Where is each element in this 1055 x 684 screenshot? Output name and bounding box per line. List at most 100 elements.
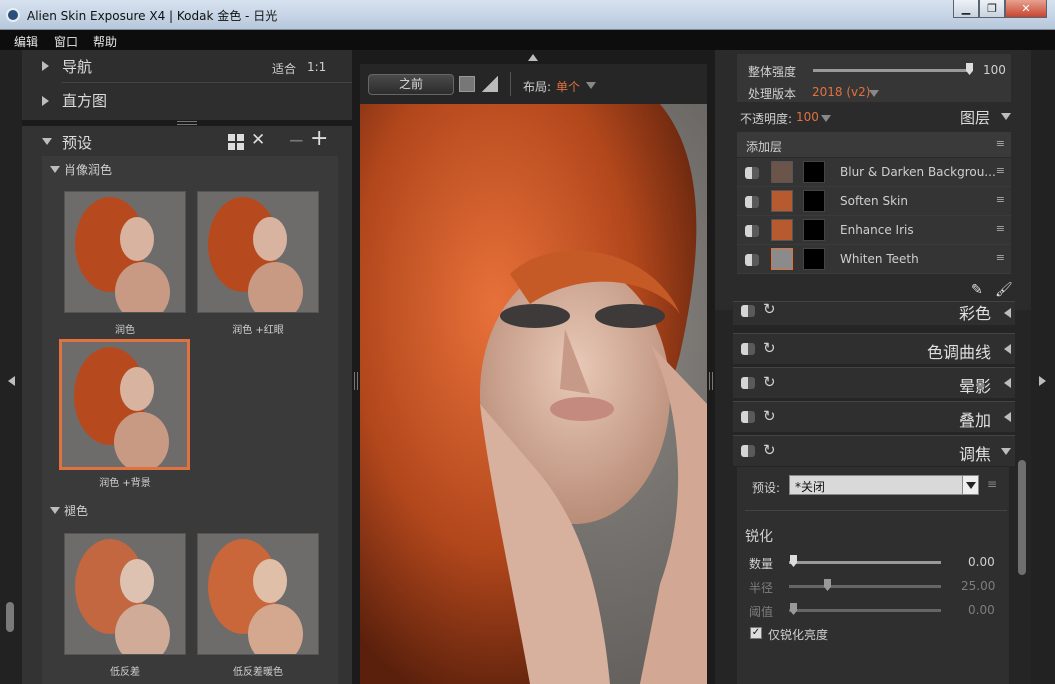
- effect-name[interactable]: 叠加: [959, 407, 991, 431]
- scrollbar-thumb[interactable]: [6, 602, 14, 632]
- scrollbar-thumb[interactable]: [1018, 460, 1026, 575]
- layout-dropdown-icon[interactable]: [586, 82, 596, 89]
- layer-row[interactable]: Soften Skin ≡: [737, 187, 1011, 216]
- expand-icon[interactable]: [1004, 344, 1011, 354]
- preset-menu-icon[interactable]: ≡: [987, 477, 997, 491]
- preset-thumbnail[interactable]: [197, 191, 319, 313]
- layer-name[interactable]: Soften Skin: [840, 194, 908, 208]
- expand-histogram-icon[interactable]: [42, 96, 49, 106]
- opacity-select[interactable]: 100: [796, 110, 819, 124]
- collapse-icon[interactable]: [1001, 448, 1011, 455]
- threshold-value[interactable]: 0.00: [968, 603, 995, 617]
- collapse-presets-icon[interactable]: [42, 138, 52, 145]
- layers-label[interactable]: 图层: [960, 107, 990, 128]
- menu-edit[interactable]: 编辑: [14, 33, 38, 50]
- layer-mask[interactable]: [803, 219, 825, 241]
- focus-preset-select[interactable]: *关闭: [789, 475, 979, 495]
- fit-button[interactable]: 适合: [272, 60, 296, 77]
- overall-strength-slider[interactable]: [813, 69, 971, 72]
- ratio-button[interactable]: 1:1: [307, 60, 326, 74]
- maximize-button[interactable]: ❐: [979, 0, 1005, 18]
- menu-help[interactable]: 帮助: [93, 33, 117, 50]
- close-button[interactable]: ✕: [1005, 0, 1047, 18]
- effect-row-color[interactable]: ↻ 彩色: [733, 301, 1015, 325]
- effect-toggle[interactable]: [741, 445, 755, 457]
- menu-window[interactable]: 窗口: [54, 33, 78, 50]
- add-layer-label[interactable]: 添加层: [746, 138, 782, 155]
- slider-knob[interactable]: [824, 579, 831, 591]
- layer-row-selected[interactable]: Whiten Teeth ≡: [737, 245, 1011, 274]
- layer-row[interactable]: Blur & Darken Backgrou... ≡: [737, 158, 1011, 187]
- before-button[interactable]: 之前: [368, 74, 454, 95]
- expand-nav-icon[interactable]: [42, 61, 49, 71]
- preset-thumbnail[interactable]: [64, 533, 186, 655]
- layer-row[interactable]: Enhance Iris ≡: [737, 216, 1011, 245]
- menu-icon[interactable]: ≡: [996, 222, 1005, 235]
- process-version-select[interactable]: 2018 (v2): [812, 85, 870, 99]
- slider-knob[interactable]: [790, 555, 797, 567]
- slider-knob[interactable]: [790, 603, 797, 615]
- amount-slider[interactable]: [789, 561, 941, 564]
- grid-view-icon[interactable]: [228, 134, 244, 150]
- effect-name[interactable]: 彩色: [959, 302, 991, 324]
- splitter-left[interactable]: [352, 50, 360, 684]
- layer-visibility-toggle[interactable]: [745, 254, 759, 266]
- layer-visibility-toggle[interactable]: [745, 225, 759, 237]
- expand-icon[interactable]: [1004, 308, 1011, 318]
- layer-mask[interactable]: [803, 161, 825, 183]
- radius-value[interactable]: 25.00: [961, 579, 995, 593]
- collapse-left-icon[interactable]: [8, 376, 15, 386]
- dropdown-icon[interactable]: [869, 90, 879, 97]
- layers-collapse-icon[interactable]: [1001, 113, 1011, 120]
- reset-icon[interactable]: ↻: [763, 302, 776, 318]
- dropdown-icon[interactable]: [821, 115, 831, 122]
- effect-row-tone-curve[interactable]: ↻ 色调曲线: [733, 333, 1015, 364]
- splitter-right[interactable]: [707, 50, 715, 684]
- amount-value[interactable]: 0.00: [968, 555, 995, 569]
- luminance-only-checkbox[interactable]: ✓: [750, 627, 762, 639]
- collapse-all-icon[interactable]: ✕: [251, 130, 265, 150]
- brush-icon[interactable]: 🖌: [995, 282, 1013, 298]
- layer-mask[interactable]: [803, 248, 825, 270]
- effect-row-vignette[interactable]: ↻ 晕影: [733, 367, 1015, 398]
- layer-name[interactable]: Whiten Teeth: [840, 252, 919, 266]
- layout-select[interactable]: 单个: [556, 78, 580, 95]
- preset-thumbnail-selected[interactable]: [59, 339, 190, 470]
- menu-icon[interactable]: ≡: [996, 193, 1005, 206]
- threshold-slider[interactable]: [789, 609, 941, 612]
- radius-slider[interactable]: [789, 585, 941, 588]
- add-preset-icon[interactable]: +: [310, 126, 328, 151]
- layer-name[interactable]: Blur & Darken Backgrou...: [840, 165, 996, 179]
- effect-row-overlay[interactable]: ↻ 叠加: [733, 401, 1015, 432]
- expand-icon[interactable]: [1004, 412, 1011, 422]
- effect-toggle[interactable]: [741, 377, 755, 389]
- layer-name[interactable]: Enhance Iris: [840, 223, 914, 237]
- group-toggle-icon[interactable]: [50, 507, 60, 514]
- histogram-label[interactable]: 直方图: [62, 90, 107, 111]
- preset-group-portrait[interactable]: 肖像润色: [64, 161, 112, 178]
- add-layer-row[interactable]: 添加层 ≡: [737, 132, 1011, 158]
- effect-name[interactable]: 晕影: [959, 373, 991, 397]
- layer-mask[interactable]: [803, 190, 825, 212]
- effect-name[interactable]: 调焦: [959, 441, 991, 465]
- collapse-right-icon[interactable]: [1039, 376, 1046, 386]
- dropdown-button[interactable]: [962, 476, 978, 494]
- compare-square-icon[interactable]: [459, 76, 475, 92]
- reset-icon[interactable]: ↻: [763, 339, 776, 357]
- main-photo[interactable]: [360, 104, 707, 684]
- overall-strength-value[interactable]: 100: [983, 63, 1006, 77]
- pencil-icon[interactable]: ✎: [971, 282, 983, 298]
- preset-thumbnail[interactable]: [197, 533, 319, 655]
- collapse-top-icon[interactable]: [528, 54, 538, 61]
- reset-icon[interactable]: ↻: [763, 407, 776, 425]
- effect-toggle[interactable]: [741, 305, 755, 317]
- nav-label[interactable]: 导航: [62, 56, 92, 77]
- remove-preset-icon[interactable]: −: [288, 128, 305, 152]
- group-toggle-icon[interactable]: [50, 166, 60, 173]
- menu-icon[interactable]: ≡: [996, 251, 1005, 264]
- minimize-button[interactable]: ▁: [953, 0, 979, 18]
- layer-visibility-toggle[interactable]: [745, 196, 759, 208]
- effect-toggle[interactable]: [741, 343, 755, 355]
- effect-toggle[interactable]: [741, 411, 755, 423]
- reset-icon[interactable]: ↻: [763, 441, 776, 459]
